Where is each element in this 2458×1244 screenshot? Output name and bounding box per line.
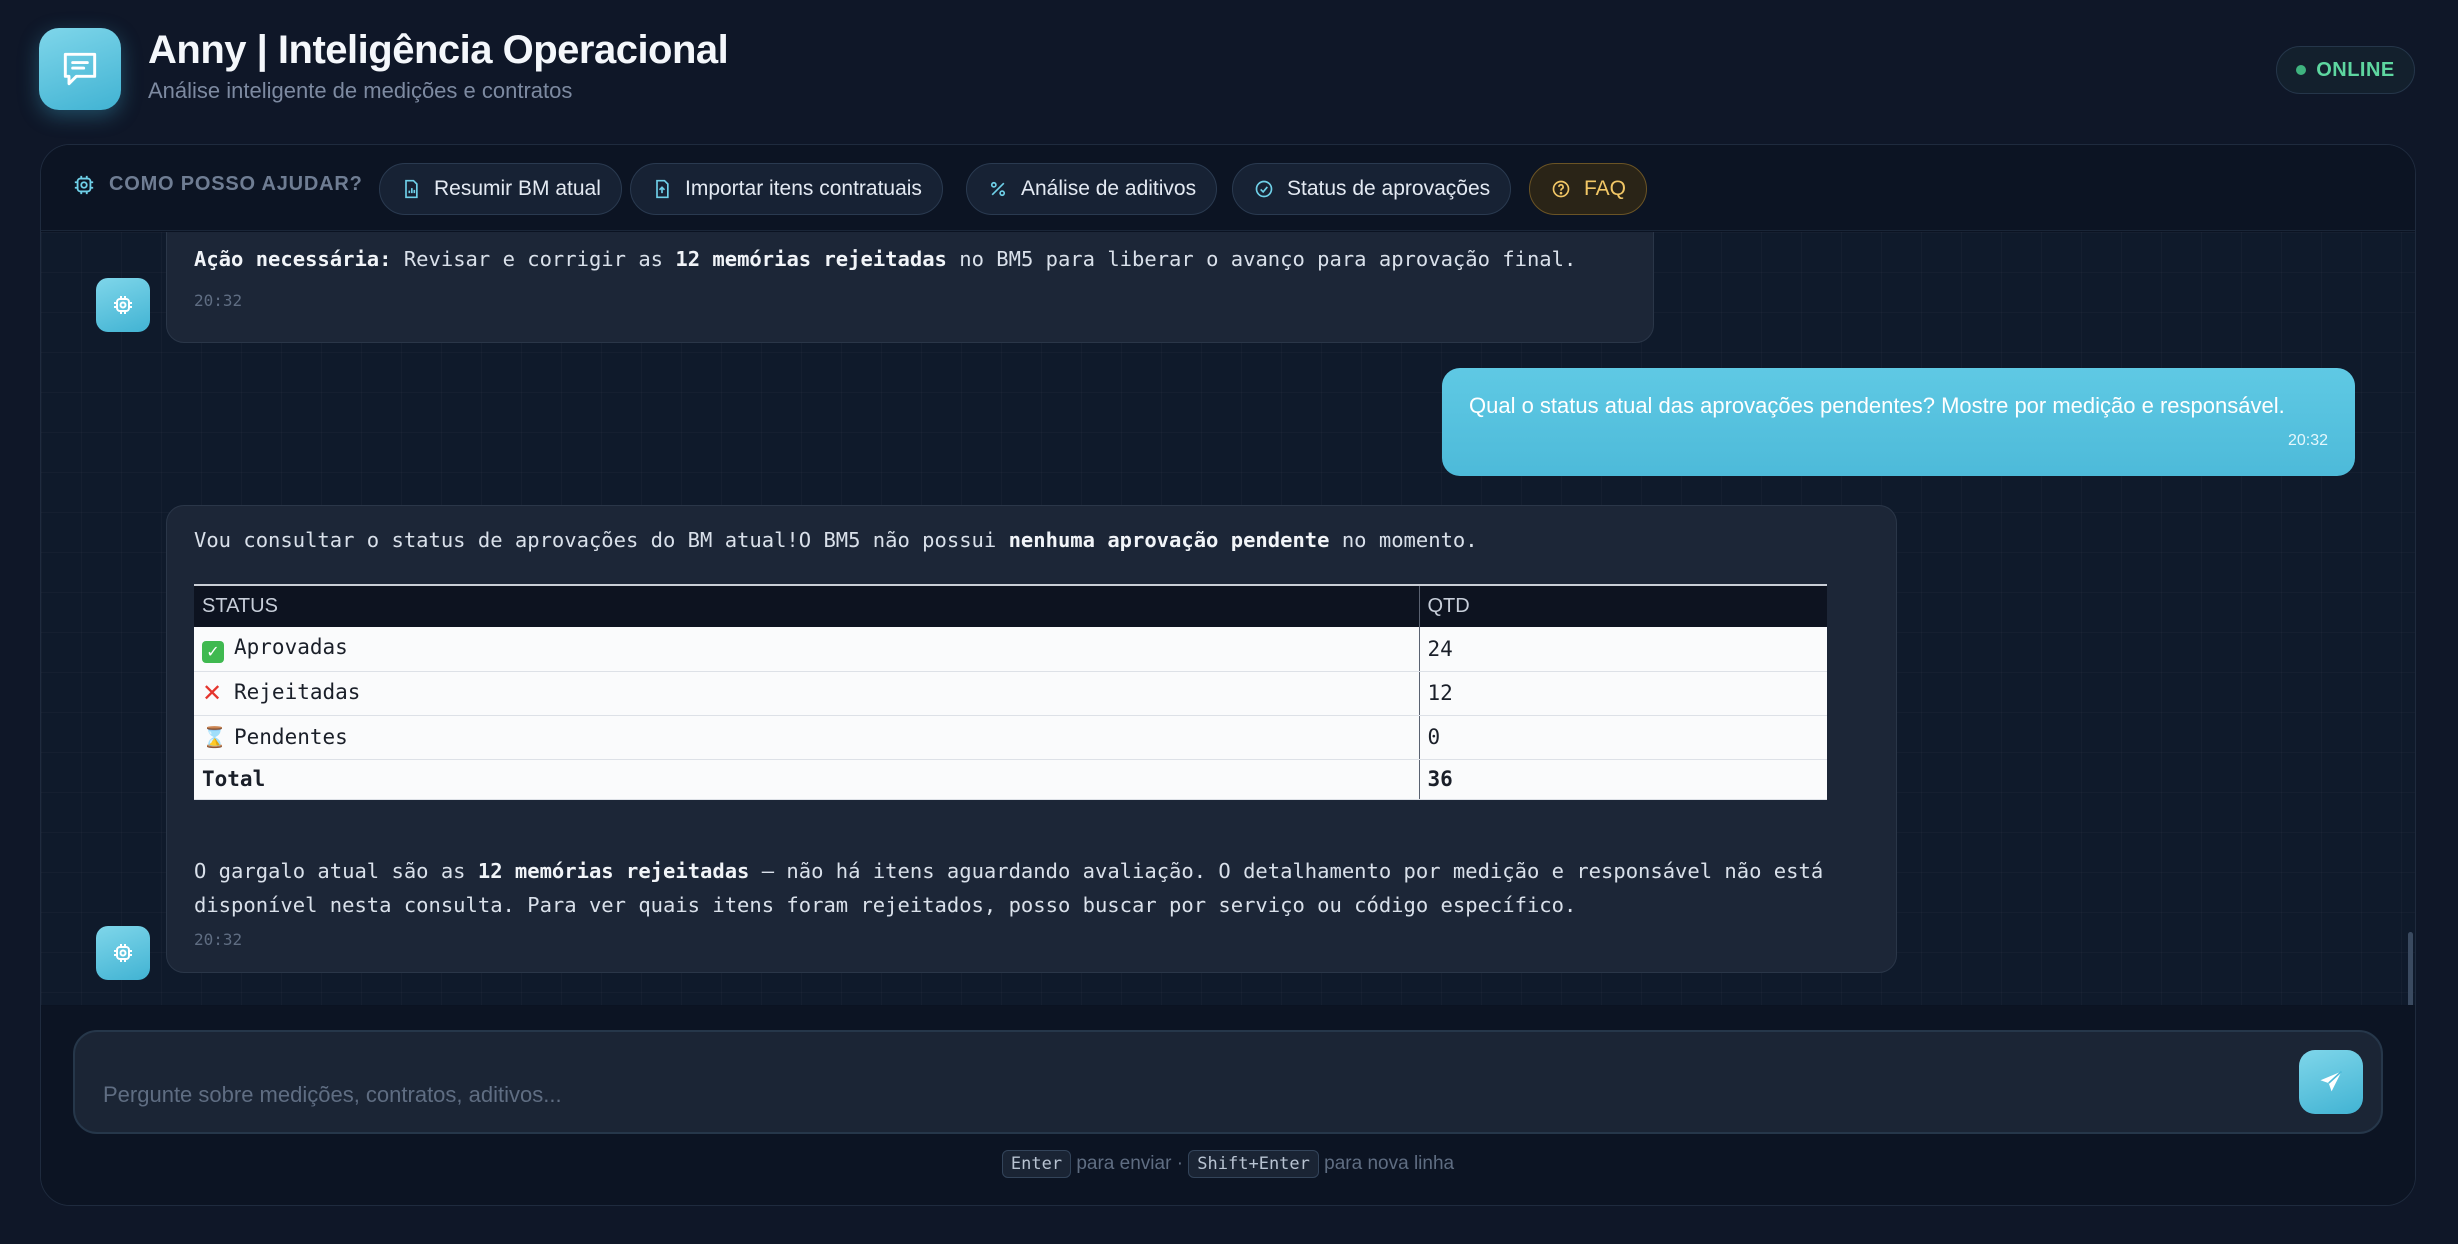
table-cell: 36 — [1418, 759, 1827, 800]
help-label: COMO POSSO AJUDAR? — [73, 173, 363, 196]
column-header: QTD — [1418, 584, 1827, 627]
hint-text: para nova linha — [1324, 1153, 1455, 1174]
text-span: Vou consultar o status de aprovações do … — [194, 528, 1009, 552]
table-row: ⌛ Pendentes 0 — [194, 715, 1827, 760]
chip-label: Importar itens contratuais — [685, 177, 922, 200]
hint-separator: · — [1176, 1153, 1184, 1174]
chip-label: FAQ — [1584, 177, 1627, 200]
scrollbar-thumb[interactable] — [2408, 932, 2413, 1005]
table-cell: 12 — [1418, 671, 1827, 716]
table-cell: 24 — [1418, 627, 1827, 672]
status-label: Aprovadas — [234, 634, 348, 659]
cross-mark-icon: ✕ — [202, 679, 223, 707]
status-aprovacoes-button[interactable]: Status de aprovações — [1232, 163, 1512, 215]
table-cell: Total — [194, 759, 1419, 800]
status-label: ONLINE — [2316, 58, 2395, 81]
composer-area: Enter para enviar · Shift+Enter para nov… — [41, 1006, 2415, 1205]
bot-message: Ação necessária: Revisar e corrigir as 1… — [166, 232, 1654, 343]
quick-actions-bar: COMO POSSO AJUDAR? Resumir BM atual Impo… — [41, 145, 2415, 231]
bot-avatar — [96, 926, 150, 980]
send-icon — [2320, 1070, 2343, 1092]
table-cell: ✓ Aprovadas — [194, 627, 1419, 672]
composer — [73, 1030, 2383, 1134]
app-title: Anny | Inteligência Operacional — [148, 28, 729, 72]
bold-text: 12 memórias rejeitadas — [477, 859, 750, 883]
table-cell: ⌛ Pendentes — [194, 715, 1419, 760]
hourglass-icon: ⌛ — [202, 725, 227, 749]
table-cell: ✕ Rejeitadas — [194, 671, 1419, 716]
question-circle-icon — [1550, 178, 1572, 200]
chat-panel: COMO POSSO AJUDAR? Resumir BM atual Impo… — [40, 144, 2416, 1206]
chip-label: Status de aprovações — [1287, 177, 1491, 200]
text-span: Revisar e corrigir as — [391, 247, 676, 271]
text-span: no BM5 para liberar o avanço para aprova… — [946, 247, 1577, 271]
shift-enter-key: Shift+Enter — [1188, 1150, 1319, 1178]
faq-button[interactable]: FAQ — [1529, 163, 1648, 215]
hint-text: para enviar — [1076, 1153, 1172, 1174]
table-total-row: Total 36 — [194, 759, 1827, 800]
chip-processor-icon — [114, 296, 132, 314]
message-text: Qual o status atual das aprovações pende… — [1469, 393, 2285, 418]
check-circle-icon — [1253, 178, 1275, 200]
resumir-bm-button[interactable]: Resumir BM atual — [379, 163, 622, 215]
message-text: O gargalo atual são as 12 memórias rejei… — [194, 854, 1874, 922]
text-span: no momento. — [1329, 528, 1478, 552]
percent-icon — [987, 178, 1009, 200]
message-timestamp: 20:32 — [194, 930, 243, 949]
help-label-text: COMO POSSO AJUDAR? — [109, 173, 363, 195]
importar-itens-button[interactable]: Importar itens contratuais — [630, 163, 943, 215]
chip-label: Resumir BM atual — [434, 177, 601, 200]
message-text: Ação necessária: Revisar e corrigir as 1… — [194, 247, 1576, 271]
chip-label: Análise de aditivos — [1021, 177, 1197, 200]
message-text: Vou consultar o status de aprovações do … — [194, 528, 1478, 552]
bold-text: 12 memórias rejeitadas — [675, 247, 947, 271]
bot-avatar — [96, 278, 150, 332]
bold-text: nenhuma aprovação pendente — [1008, 528, 1330, 552]
status-table-wrapper: STATUS QTD ✓ Aprovadas 24 ✕ Rejeitadas 12 — [194, 584, 1827, 800]
column-header: STATUS — [194, 584, 1419, 627]
chip-processor-icon — [114, 944, 132, 962]
bot-message: Vou consultar o status de aprovações do … — [166, 505, 1897, 973]
status-dot-icon — [2296, 65, 2307, 75]
status-label: Pendentes — [234, 725, 348, 749]
status-table: STATUS QTD ✓ Aprovadas 24 ✕ Rejeitadas 12 — [194, 584, 1827, 800]
status-badge: ONLINE — [2276, 46, 2415, 94]
table-header-row: STATUS QTD — [194, 584, 1827, 627]
message-list[interactable]: Ação necessária: Revisar e corrigir as 1… — [41, 232, 2415, 1005]
report-icon — [400, 178, 422, 200]
bold-text: Ação necessária: — [194, 247, 392, 271]
table-row: ✕ Rejeitadas 12 — [194, 671, 1827, 716]
upload-file-icon — [651, 178, 673, 200]
check-mark-icon: ✓ — [202, 640, 224, 663]
app-subtitle: Análise inteligente de medições e contra… — [148, 78, 573, 103]
text-span: O gargalo atual são as — [194, 859, 478, 883]
send-button[interactable] — [2299, 1050, 2363, 1114]
app-header: Anny | Inteligência Operacional Análise … — [0, 0, 2458, 140]
message-input[interactable] — [103, 1078, 2253, 1112]
message-timestamp: 20:32 — [2287, 432, 2328, 449]
table-row: ✓ Aprovadas 24 — [194, 627, 1827, 672]
status-label: Rejeitadas — [234, 680, 361, 704]
chat-bubble-icon — [39, 28, 121, 110]
chip-processor-icon — [74, 175, 94, 194]
keyboard-hint: Enter para enviar · Shift+Enter para nov… — [41, 1150, 2415, 1178]
analise-aditivos-button[interactable]: Análise de aditivos — [966, 163, 1218, 215]
enter-key: Enter — [1001, 1150, 1072, 1178]
message-timestamp: 20:32 — [194, 291, 243, 310]
table-cell: 0 — [1418, 715, 1827, 760]
user-message: Qual o status atual das aprovações pende… — [1442, 368, 2355, 476]
